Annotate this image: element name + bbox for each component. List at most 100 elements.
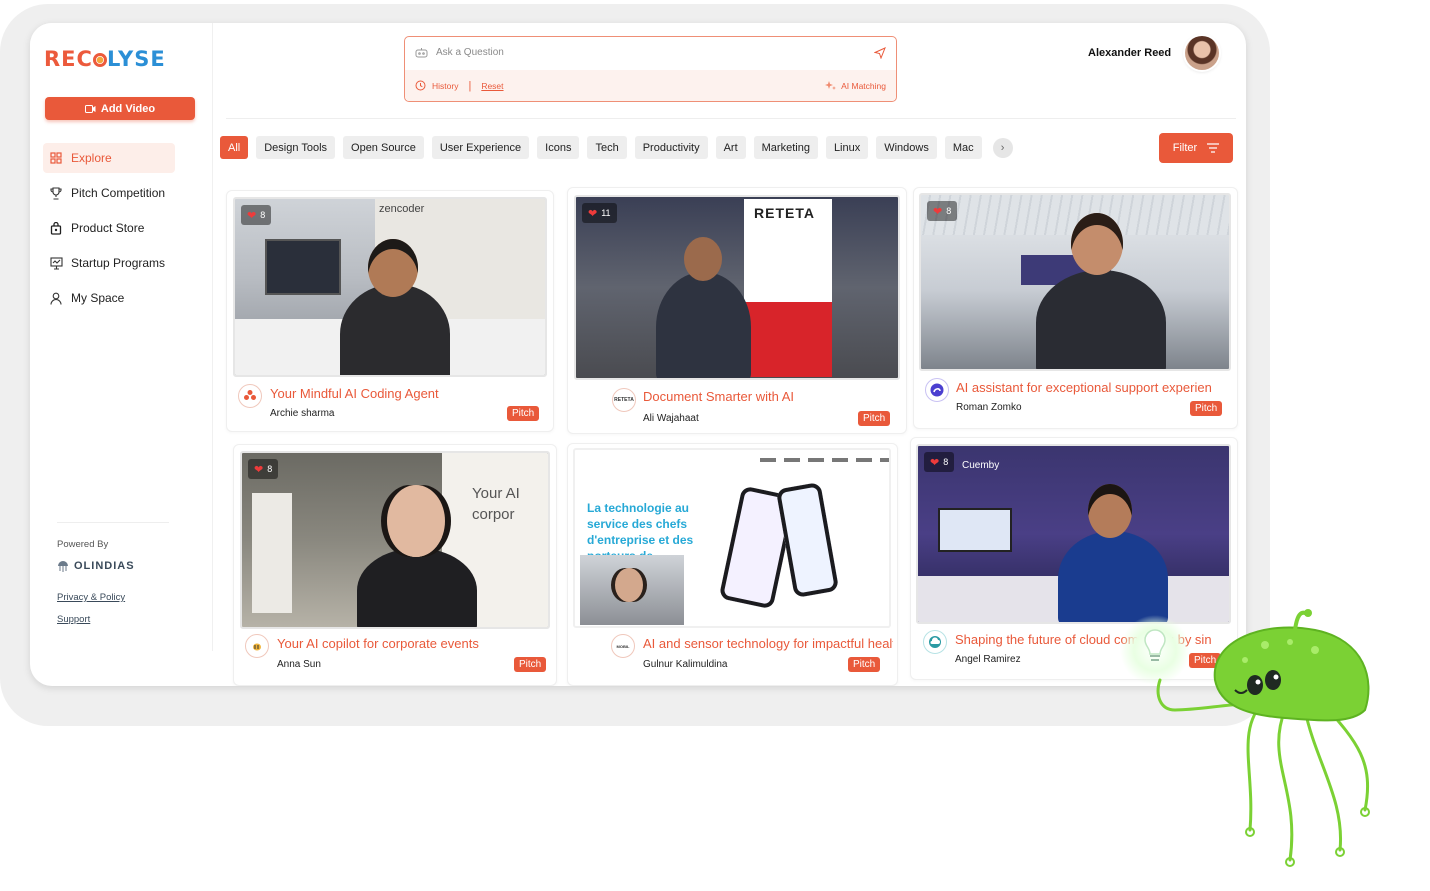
filter-icon [1207, 143, 1220, 153]
user-icon [49, 291, 63, 305]
sidebar-item-my-space[interactable]: My Space [43, 283, 203, 313]
card-title[interactable]: Document Smarter with AI [643, 389, 893, 404]
video-card[interactable]: zencoder ❤ 8 Your Mindful AI Coding Agent… [226, 190, 554, 432]
video-card[interactable]: Your AI corpor ❤ 8 Your AI copilot for co… [233, 444, 557, 686]
pitch-badge[interactable]: Pitch [514, 657, 547, 672]
add-video-label: Add Video [100, 102, 156, 115]
pitch-badge[interactable]: Pitch [1190, 401, 1223, 416]
heart-icon: ❤ [933, 205, 943, 218]
sidebar-item-explore[interactable]: Explore [43, 143, 175, 173]
video-card[interactable]: La technologie au service des chefs d'en… [567, 443, 898, 686]
recolyse-logo[interactable]: REC LYSE [44, 47, 166, 71]
like-badge: ❤ 11 [582, 203, 617, 223]
presenter [1036, 270, 1166, 369]
filter-button[interactable]: Filter [1159, 133, 1233, 163]
sidebar-divider [57, 522, 169, 523]
powered-by-label: Powered By [57, 539, 109, 550]
sidebar-item-label: Explore [71, 151, 112, 165]
video-card[interactable]: ❤ 8 AI assistant for exceptional support … [913, 187, 1238, 429]
tag-linux[interactable]: Linux [825, 136, 869, 159]
company-logo [245, 634, 269, 658]
presenter [357, 548, 477, 627]
privacy-policy-link[interactable]: Privacy & Policy [57, 592, 125, 603]
header-divider [226, 118, 1236, 119]
tag-mac[interactable]: Mac [944, 136, 982, 159]
send-icon[interactable] [874, 46, 886, 59]
add-video-button[interactable]: Add Video [45, 97, 195, 120]
video-thumbnail[interactable]: La technologie au service des chefs d'en… [573, 448, 891, 628]
tag-productivity[interactable]: Productivity [634, 136, 708, 159]
presenter-head [615, 568, 643, 602]
video-thumbnail[interactable]: RETETA ❤ 11 [574, 195, 900, 380]
card-author: Gulnur Kalimuldina [643, 659, 728, 670]
tag-marketing[interactable]: Marketing [753, 136, 818, 159]
video-thumbnail[interactable]: Cuemby ❤ 8 [916, 444, 1231, 624]
tag-user-experience[interactable]: User Experience [431, 136, 530, 159]
category-tags: All Design Tools Open Source User Experi… [220, 136, 1013, 159]
company-logo [925, 378, 949, 402]
tag-icons[interactable]: Icons [537, 136, 580, 159]
presenter-head [387, 485, 445, 557]
chevron-right-icon: › [1000, 141, 1005, 154]
logo-text-rec: REC [44, 47, 93, 71]
tag-open-source[interactable]: Open Source [343, 136, 424, 159]
tags-next-button[interactable]: › [992, 137, 1013, 158]
card-title[interactable]: Your Mindful AI Coding Agent [270, 386, 540, 401]
search-input-row[interactable]: Ask a Question [405, 37, 896, 68]
card-author: Anna Sun [277, 659, 321, 670]
history-button[interactable]: History [432, 81, 458, 91]
swirl-logo-icon [930, 383, 944, 397]
sidebar-item-product-store[interactable]: Product Store [43, 213, 203, 243]
sidebar-item-startup-programs[interactable]: Startup Programs [43, 248, 203, 278]
video-thumbnail[interactable]: zencoder ❤ 8 [233, 197, 547, 377]
card-title[interactable]: AI assistant for exceptional support exp… [956, 380, 1226, 395]
sidebar-nav: Explore Pitch Competition Product Store … [43, 143, 203, 318]
bag-icon [49, 221, 63, 235]
olindias-logo[interactable]: OLINDIAS [57, 560, 135, 572]
jellyfish-mascot [1120, 609, 1370, 867]
pitch-badge[interactable]: Pitch [858, 411, 891, 426]
video-card[interactable]: RETETA ❤ 11 RETETA Document Smarter with … [567, 187, 907, 434]
sidebar-item-label: Product Store [71, 221, 145, 235]
like-count: 8 [260, 210, 266, 220]
reset-button[interactable]: Reset [481, 81, 503, 91]
booth-text: La technologie au service des chefs d'en… [587, 501, 694, 556]
sparkles-icon [825, 81, 837, 90]
booth-text: RETETA [754, 205, 815, 221]
avatar[interactable] [1185, 36, 1219, 70]
tag-all[interactable]: All [220, 136, 249, 159]
card-author: Angel Ramirez [955, 654, 1021, 665]
flower-logo-icon [244, 390, 256, 400]
like-badge: ❤ 8 [241, 205, 272, 225]
ai-matching-label: AI Matching [841, 80, 886, 91]
card-author: Archie sharma [270, 408, 335, 419]
user-name[interactable]: Alexander Reed [1088, 47, 1171, 59]
support-link[interactable]: Support [57, 614, 90, 625]
website-nav [760, 458, 889, 462]
like-count: 11 [601, 208, 611, 218]
pitch-badge[interactable]: Pitch [507, 406, 540, 421]
tag-art[interactable]: Art [715, 136, 746, 159]
logo-text-lyse: LYSE [106, 47, 166, 71]
sidebar-item-label: My Space [71, 291, 125, 305]
video-thumbnail[interactable]: Your AI corpor ❤ 8 [240, 451, 550, 629]
ai-matching-toggle[interactable]: AI Matching [824, 80, 886, 91]
tag-windows[interactable]: Windows [876, 136, 937, 159]
heart-icon: ❤ [930, 456, 940, 469]
like-count: 8 [943, 457, 949, 467]
tag-tech[interactable]: Tech [587, 136, 627, 159]
company-logo [923, 630, 947, 654]
grid-icon [49, 151, 63, 165]
tag-design-tools[interactable]: Design Tools [256, 136, 336, 159]
toolbar-separator: | [468, 79, 472, 92]
search-input[interactable]: Ask a Question [436, 47, 504, 58]
presenter-head [368, 239, 418, 297]
like-count: 8 [267, 464, 273, 474]
presenter [340, 284, 450, 375]
pitch-badge[interactable]: Pitch [848, 657, 881, 672]
ask-question-box: Ask a Question History | Reset AI Matchi… [404, 36, 897, 102]
card-title[interactable]: Your AI copilot for corporate events [277, 636, 542, 651]
video-thumbnail[interactable]: ❤ 8 [919, 193, 1231, 371]
sidebar-item-pitch-competition[interactable]: Pitch Competition [43, 178, 203, 208]
card-title[interactable]: AI and sensor technology for impactful h… [643, 636, 893, 651]
